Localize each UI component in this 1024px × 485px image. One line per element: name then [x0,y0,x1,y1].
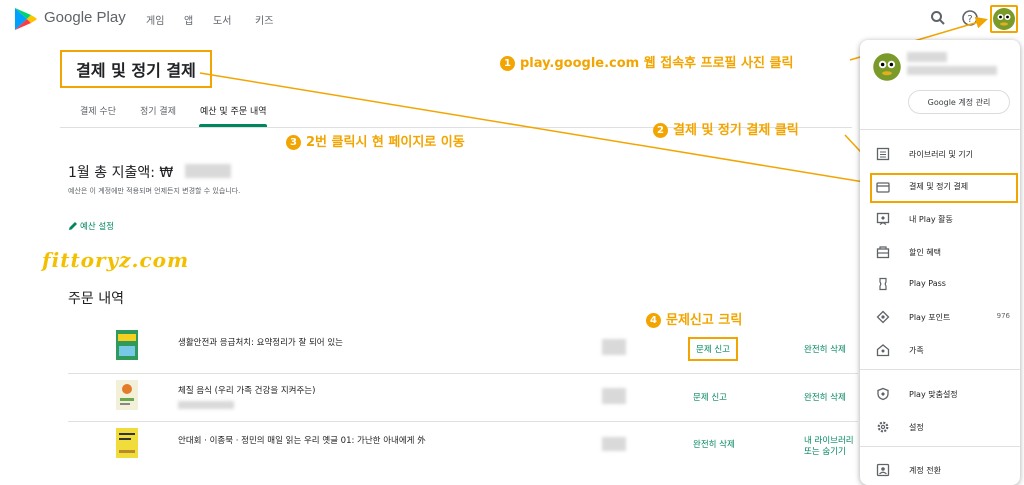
budget-note: 예산은 이 계정에만 적용되며 언제든지 변경할 수 있습니다. [68,187,241,195]
pencil-icon[interactable] [68,221,78,231]
menu-item-offers[interactable]: 할인 혜택 [860,239,1020,265]
menu-item-settings[interactable]: 설정 [860,414,1020,440]
annotation-3-number: 3 [286,135,301,150]
menu-item-label: 결제 및 정기 결제 [909,182,969,191]
menu-item-library[interactable]: 라이브러리 및 기기 [860,141,1020,167]
search-icon[interactable] [929,9,947,27]
menu-item-label: 라이브러리 및 기기 [909,150,973,159]
annotation-4-number: 4 [646,313,661,328]
annotation-4-text: 문제신고 크릭 [666,313,743,328]
menu-item-activity[interactable]: 내 Play 활동 [860,206,1020,232]
manage-account-button[interactable]: Google 계정 관리 [908,90,1010,114]
row-divider [68,421,858,422]
book-cover[interactable] [116,428,138,458]
nav-books[interactable]: 도서 [213,12,231,27]
account-menu: Google 계정 관리 라이브러리 및 기기 결제 및 정기 결제 내 Pla… [860,40,1020,485]
annotation-1-text: play.google.com 웹 접속후 프로필 사진 클릭 [520,56,794,71]
order-title[interactable]: 안대회 · 이종묵 · 정민의 매일 읽는 우리 옛글 01: 가난한 아내에게… [178,434,426,446]
book-cover[interactable] [116,380,138,410]
menu-item-label: 가족 [909,346,924,355]
annotation-2-number: 2 [653,123,668,138]
redacted-price [602,388,626,404]
row-divider [68,373,858,374]
menu-item-family[interactable]: 가족 [860,337,1020,363]
family-icon [876,344,890,357]
nav-games[interactable]: 게임 [146,12,164,27]
budget-settings-link[interactable]: 예산 설정 [80,220,114,232]
help-icon[interactable]: ? [961,9,979,27]
shield-icon [877,387,889,401]
page-title: 결제 및 정기 결제 [60,50,212,88]
delete-link[interactable]: 완전히 삭제 [693,438,735,450]
tab-payment-methods[interactable]: 결제 수단 [80,104,116,117]
redacted-author [178,401,234,409]
menu-item-play-points[interactable]: Play 포인트 976 [860,304,1020,330]
brand-name[interactable]: Google Play [44,9,126,26]
menu-item-personalization[interactable]: Play 맞춤설정 [860,381,1020,407]
monthly-spend: 1월 총 지출액: ₩ [68,165,174,181]
annotation-2: 2 결제 및 정기 결제 클릭 [653,119,799,138]
google-play-logo-icon[interactable] [12,6,38,32]
avatar [873,53,901,81]
redacted-price [602,339,626,355]
report-issue-link[interactable]: 문제 신고 [693,391,727,403]
menu-item-switch-account[interactable]: 계정 전환 [860,457,1020,483]
order-title[interactable]: 체질 음식 (우리 가족 건강을 지켜주는) [178,384,315,396]
menu-item-label: 내 Play 활동 [909,215,953,224]
card-icon [876,182,890,193]
menu-item-payments[interactable]: 결제 및 정기 결제 [870,173,1018,203]
watermark: fittoryz.com [42,248,190,272]
menu-item-label: 계정 전환 [909,466,941,475]
play-points-count: 976 [996,312,1010,320]
menu-item-label: Play Pass [909,279,946,288]
annotation-4: 4 문제신고 크릭 [646,309,742,328]
menu-item-label: Play 맞춤설정 [909,390,958,399]
orders-title: 주문 내역 [68,291,124,307]
redacted-amount [185,164,231,178]
menu-item-label: Play 포인트 [909,313,951,322]
delete-link[interactable]: 완전히 삭제 [804,343,846,355]
redacted-account-email [907,66,997,75]
report-issue-link[interactable]: 문제 신고 [688,337,738,361]
tab-budget-history[interactable]: 예산 및 주문 내역 [200,104,267,117]
activity-icon [876,212,890,225]
tab-subscriptions[interactable]: 정기 결제 [140,104,176,117]
offers-icon [876,246,890,259]
gear-icon [877,421,889,433]
nav-apps[interactable]: 앱 [184,12,193,27]
ticket-icon [879,277,887,291]
points-icon [876,310,890,324]
annotation-2-text: 결제 및 정기 결제 클릭 [673,123,799,138]
redacted-account-name [907,52,947,62]
annotation-3: 3 2번 클릭시 현 페이지로 이동 [286,131,465,150]
menu-item-label: 할인 혜택 [909,248,941,257]
menu-item-play-pass[interactable]: Play Pass [860,271,1020,297]
menu-item-label: 설정 [909,423,924,432]
annotation-3-text: 2번 클릭시 현 페이지로 이동 [306,135,465,150]
menu-divider [860,446,1020,447]
nav-kids[interactable]: 키즈 [255,12,273,27]
svg-text:?: ? [967,14,972,25]
order-title[interactable]: 생활안전과 응급처치: 요약정리가 잘 되어 있는 [178,336,343,348]
redacted-price [602,437,626,451]
menu-divider [860,369,1020,370]
book-cover[interactable] [116,330,138,360]
delete-link[interactable]: 완전히 삭제 [804,391,846,403]
annotation-1: 1 play.google.com 웹 접속후 프로필 사진 클릭 [500,52,793,71]
library-hide-link-line2[interactable]: 또는 숨기기 [804,445,846,457]
switch-account-icon [876,463,890,477]
menu-divider [860,129,1020,130]
library-icon [876,147,890,161]
avatar[interactable] [990,5,1018,33]
annotation-1-number: 1 [500,56,515,71]
